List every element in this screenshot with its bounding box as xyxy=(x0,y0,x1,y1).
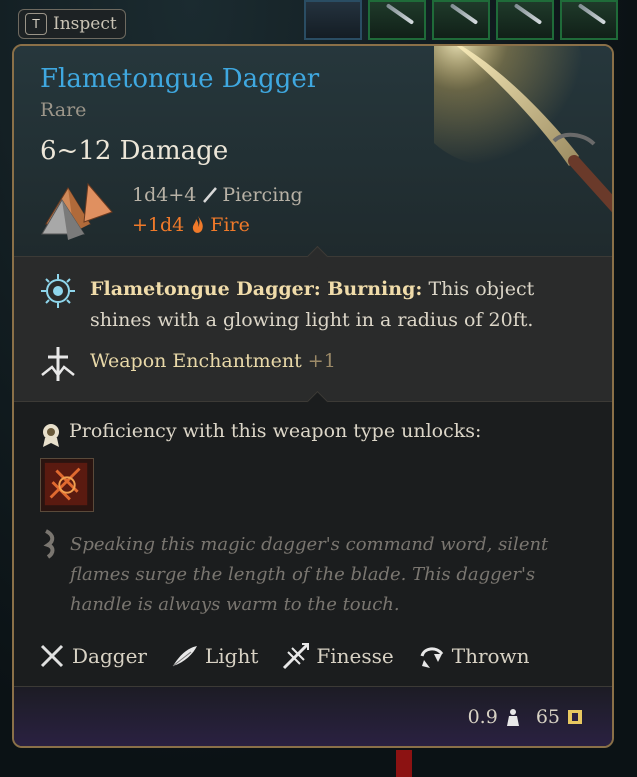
weapon-action-slot[interactable] xyxy=(40,458,94,512)
finesse-icon xyxy=(283,642,310,670)
bonus-damage-line: +1d4 Fire xyxy=(132,214,250,236)
item-value: 65 xyxy=(535,706,560,728)
inventory-slot[interactable] xyxy=(496,0,554,40)
item-weight: 0.9 xyxy=(467,706,498,728)
inspect-label: Inspect xyxy=(53,14,117,34)
base-roll: 1d4+4 xyxy=(132,184,197,206)
light-icon xyxy=(172,646,197,667)
inventory-slot[interactable] xyxy=(432,0,490,40)
piercing-icon xyxy=(203,187,218,203)
passive-name: Flametongue Dagger: Burning: xyxy=(90,278,423,300)
property-light[interactable]: Light xyxy=(171,642,258,670)
burning-passive-icon[interactable] xyxy=(40,273,76,309)
item-name: Flametongue Dagger xyxy=(40,64,320,94)
bonus-roll: +1d4 xyxy=(132,214,185,236)
thrown-icon xyxy=(420,647,443,668)
base-damage-line: 1d4+4 Piercing xyxy=(132,184,303,206)
bonus-damage-type: Fire xyxy=(210,214,250,236)
enchantment-bonus: +1 xyxy=(307,350,336,372)
proficiency-label: Proficiency with this weapon type unlock… xyxy=(69,420,482,442)
inspect-button[interactable]: T Inspect xyxy=(18,9,126,39)
proficiency-icon xyxy=(43,424,59,447)
enchantment-line: Weapon Enchantment +1 xyxy=(90,350,336,372)
property-label: Dagger xyxy=(72,644,147,668)
item-tooltip: Flametongue Dagger Rare 6~12 Damage 1d4+… xyxy=(12,44,614,748)
fire-icon xyxy=(193,216,204,233)
property-label: Light xyxy=(204,644,259,668)
property-dagger[interactable]: Dagger xyxy=(38,642,147,670)
item-stats: 0.9 65 xyxy=(468,706,584,728)
keybind-t: T xyxy=(25,13,47,35)
base-damage-type: Piercing xyxy=(222,184,303,206)
item-rarity: Rare xyxy=(40,99,87,121)
weapon-action-icon xyxy=(44,462,88,506)
passive-description: Flametongue Dagger: Burning: This object… xyxy=(90,274,600,336)
dagger-illustration-icon xyxy=(434,46,612,213)
gold-icon xyxy=(568,710,582,724)
inventory-slot[interactable] xyxy=(368,0,426,40)
flavor-icon xyxy=(43,529,55,559)
inventory-slot[interactable] xyxy=(304,0,362,40)
property-label: Thrown xyxy=(451,644,530,668)
damage-range: 6~12 Damage xyxy=(40,136,229,166)
weight-icon xyxy=(506,709,519,726)
dagger-icon xyxy=(40,644,64,668)
flavor-text: Speaking this magic dagger's command wor… xyxy=(70,534,549,615)
dice-icon xyxy=(41,182,113,240)
property-finesse[interactable]: Finesse xyxy=(282,642,394,670)
health-bar-fragment xyxy=(396,750,412,777)
inventory-slot[interactable] xyxy=(560,0,618,40)
property-label: Finesse xyxy=(316,644,394,668)
enchantment-label: Weapon Enchantment xyxy=(90,350,302,372)
property-thrown[interactable]: Thrown xyxy=(418,642,530,670)
weapon-enchantment-icon[interactable] xyxy=(40,345,76,383)
weapon-properties: Dagger Light Finesse Thrown xyxy=(38,638,598,674)
